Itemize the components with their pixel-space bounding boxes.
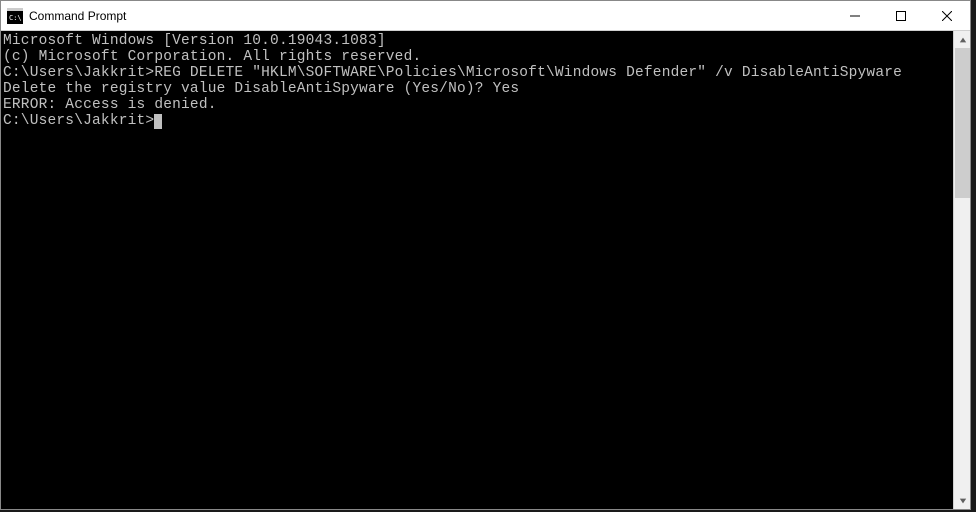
scroll-up-button[interactable] (954, 31, 971, 48)
window-title: Command Prompt (29, 9, 832, 23)
scroll-thumb[interactable] (955, 48, 970, 198)
cmd-icon: C:\ (7, 8, 23, 24)
titlebar[interactable]: C:\ Command Prompt (1, 1, 970, 31)
output-line: C:\Users\Jakkrit>REG DELETE "HKLM\SOFTWA… (3, 65, 953, 81)
close-button[interactable] (924, 1, 970, 31)
maximize-button[interactable] (878, 1, 924, 31)
cursor (154, 114, 162, 129)
output-line: Microsoft Windows [Version 10.0.19043.10… (3, 33, 953, 49)
output-line: ERROR: Access is denied. (3, 97, 953, 113)
minimize-button[interactable] (832, 1, 878, 31)
svg-text:C:\: C:\ (9, 14, 22, 22)
scroll-down-button[interactable] (954, 492, 971, 509)
output-line: Delete the registry value DisableAntiSpy… (3, 81, 953, 97)
output-line: (c) Microsoft Corporation. All rights re… (3, 49, 953, 65)
terminal-output[interactable]: Microsoft Windows [Version 10.0.19043.10… (1, 31, 953, 509)
prompt-line: C:\Users\Jakkrit> (3, 113, 953, 129)
window-controls (832, 1, 970, 30)
scrollbar[interactable] (953, 31, 970, 509)
